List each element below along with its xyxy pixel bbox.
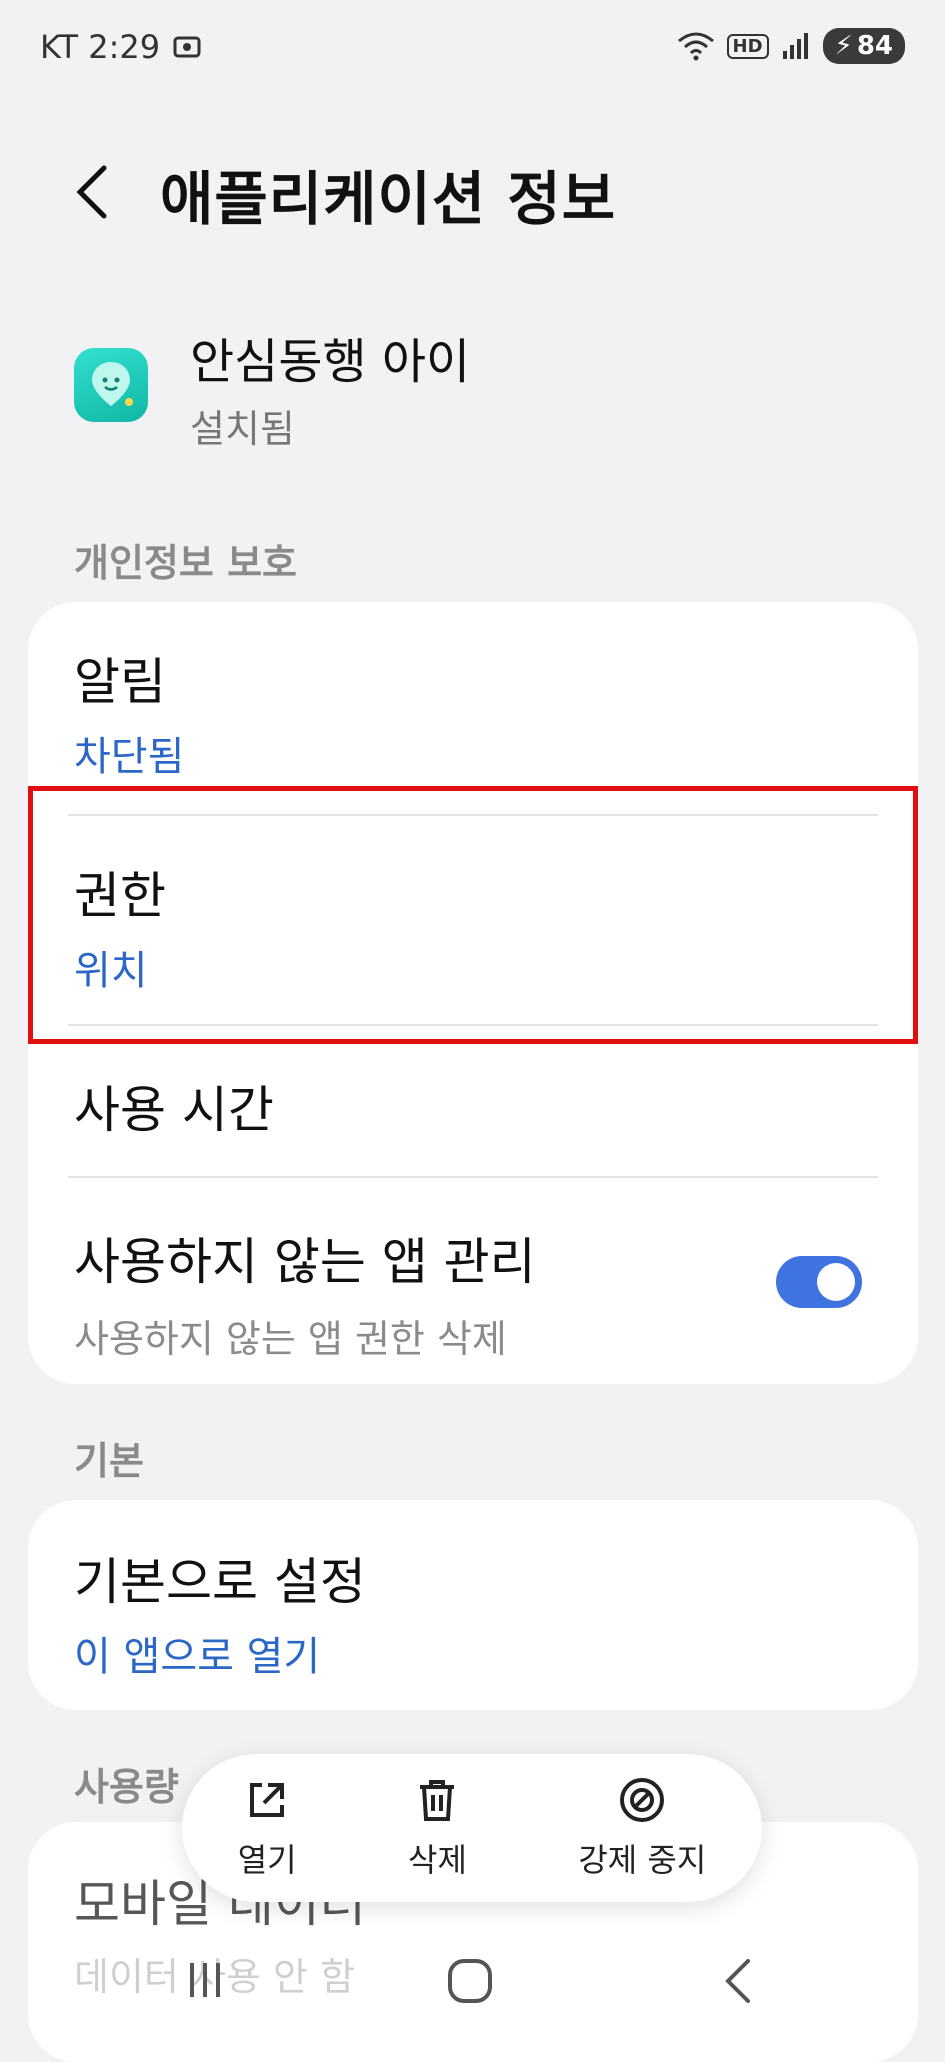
divider [68, 1176, 878, 1178]
hd-icon: HD [726, 33, 769, 59]
app-install-status: 설치됨 [190, 407, 295, 451]
back-icon[interactable] [72, 162, 112, 222]
back-nav-icon[interactable] [718, 1955, 758, 2007]
section-header-usage: 사용량 [74, 1765, 179, 1809]
notifications-title: 알림 [74, 653, 166, 711]
status-right: HD ⚡ 84 [677, 28, 905, 64]
unused-apps-title: 사용하지 않는 앱 관리 [74, 1233, 536, 1291]
force-stop-button[interactable]: 강제 중지 [578, 1775, 706, 1881]
bottom-action-bar: 열기 삭제 강제 중지 [182, 1754, 762, 1902]
recent-apps-icon[interactable] [180, 1955, 230, 2005]
app-name: 안심동행 아이 [190, 334, 471, 390]
notifications-value: 차단됨 [74, 734, 185, 780]
signal-icon [782, 33, 808, 59]
battery-level: 84 [856, 31, 893, 61]
usage-time-item[interactable]: 사용 시간 [74, 1070, 274, 1142]
carrier-time: KT 2:29 [40, 28, 161, 66]
delete-label: 삭제 [408, 1841, 467, 1879]
unused-apps-item[interactable]: 사용하지 않는 앱 관리 사용하지 않는 앱 권한 삭제 [74, 1222, 536, 1363]
unused-apps-toggle[interactable] [776, 1256, 862, 1308]
unused-apps-desc: 사용하지 않는 앱 권한 삭제 [74, 1317, 507, 1361]
charging-icon: ⚡ [834, 31, 853, 61]
screenshot-icon [173, 36, 201, 58]
highlight-box [28, 786, 918, 1044]
set-default-value: 이 앱으로 열기 [74, 1634, 321, 1680]
block-icon [620, 1778, 665, 1822]
app-icon [74, 348, 148, 422]
notifications-item[interactable]: 알림 차단됨 [74, 642, 184, 782]
section-header-privacy: 개인정보 보호 [74, 541, 297, 585]
wifi-icon [677, 32, 714, 61]
open-external-icon [250, 1783, 285, 1817]
force-stop-label: 강제 중지 [578, 1841, 707, 1879]
status-left: KT 2:29 [40, 28, 202, 66]
set-default-item[interactable]: 기본으로 설정 이 앱으로 열기 [74, 1542, 366, 1682]
open-label: 열기 [237, 1841, 297, 1879]
delete-button[interactable]: 삭제 [408, 1775, 467, 1881]
set-default-title: 기본으로 설정 [74, 1553, 366, 1611]
battery-indicator: ⚡ 84 [822, 28, 905, 64]
open-button[interactable]: 열기 [238, 1775, 297, 1881]
home-icon[interactable] [444, 1955, 496, 2007]
section-header-defaults: 기본 [74, 1439, 144, 1483]
trash-icon [420, 1780, 455, 1821]
page-title: 애플리케이션 정보 [160, 165, 617, 233]
